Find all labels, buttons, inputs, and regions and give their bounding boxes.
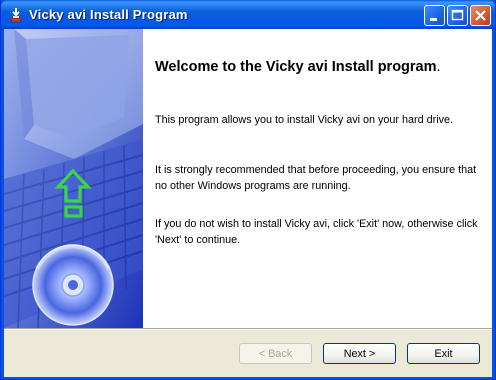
intro-paragraph: This program allows you to install Vicky… xyxy=(155,114,454,126)
minimize-icon xyxy=(430,18,437,21)
heading-text: Welcome to the Vicky avi Install program xyxy=(155,59,437,75)
welcome-panel: Welcome to the Vicky avi Install program… xyxy=(143,29,492,328)
heading-period: . xyxy=(436,59,441,75)
instructions-paragraph: If you do not wish to install Vicky avi,… xyxy=(155,218,478,246)
close-button[interactable] xyxy=(470,5,491,26)
divider-highlight xyxy=(4,329,492,330)
recommendation-paragraph: It is strongly recommended that before p… xyxy=(155,164,477,192)
close-icon xyxy=(475,10,486,21)
maximize-button[interactable] xyxy=(447,5,468,26)
cd-disc-icon xyxy=(32,244,114,326)
installer-icon[interactable] xyxy=(8,7,24,23)
next-button[interactable]: Next > xyxy=(323,343,396,364)
exit-button[interactable]: Exit xyxy=(407,343,480,364)
back-button[interactable]: < Back xyxy=(239,343,312,364)
window-title: Vicky avi Install Program xyxy=(29,7,188,22)
page-title: Welcome to the Vicky avi Install program… xyxy=(155,59,441,75)
title-bar[interactable]: Vicky avi Install Program xyxy=(1,0,495,29)
sidebar-graphic xyxy=(4,29,143,328)
minimize-button[interactable] xyxy=(424,5,445,26)
installer-window: Vicky avi Install Program Welcome to the… xyxy=(0,0,496,380)
client-area: Welcome to the Vicky avi Install program… xyxy=(4,29,492,377)
maximize-icon xyxy=(451,9,464,21)
